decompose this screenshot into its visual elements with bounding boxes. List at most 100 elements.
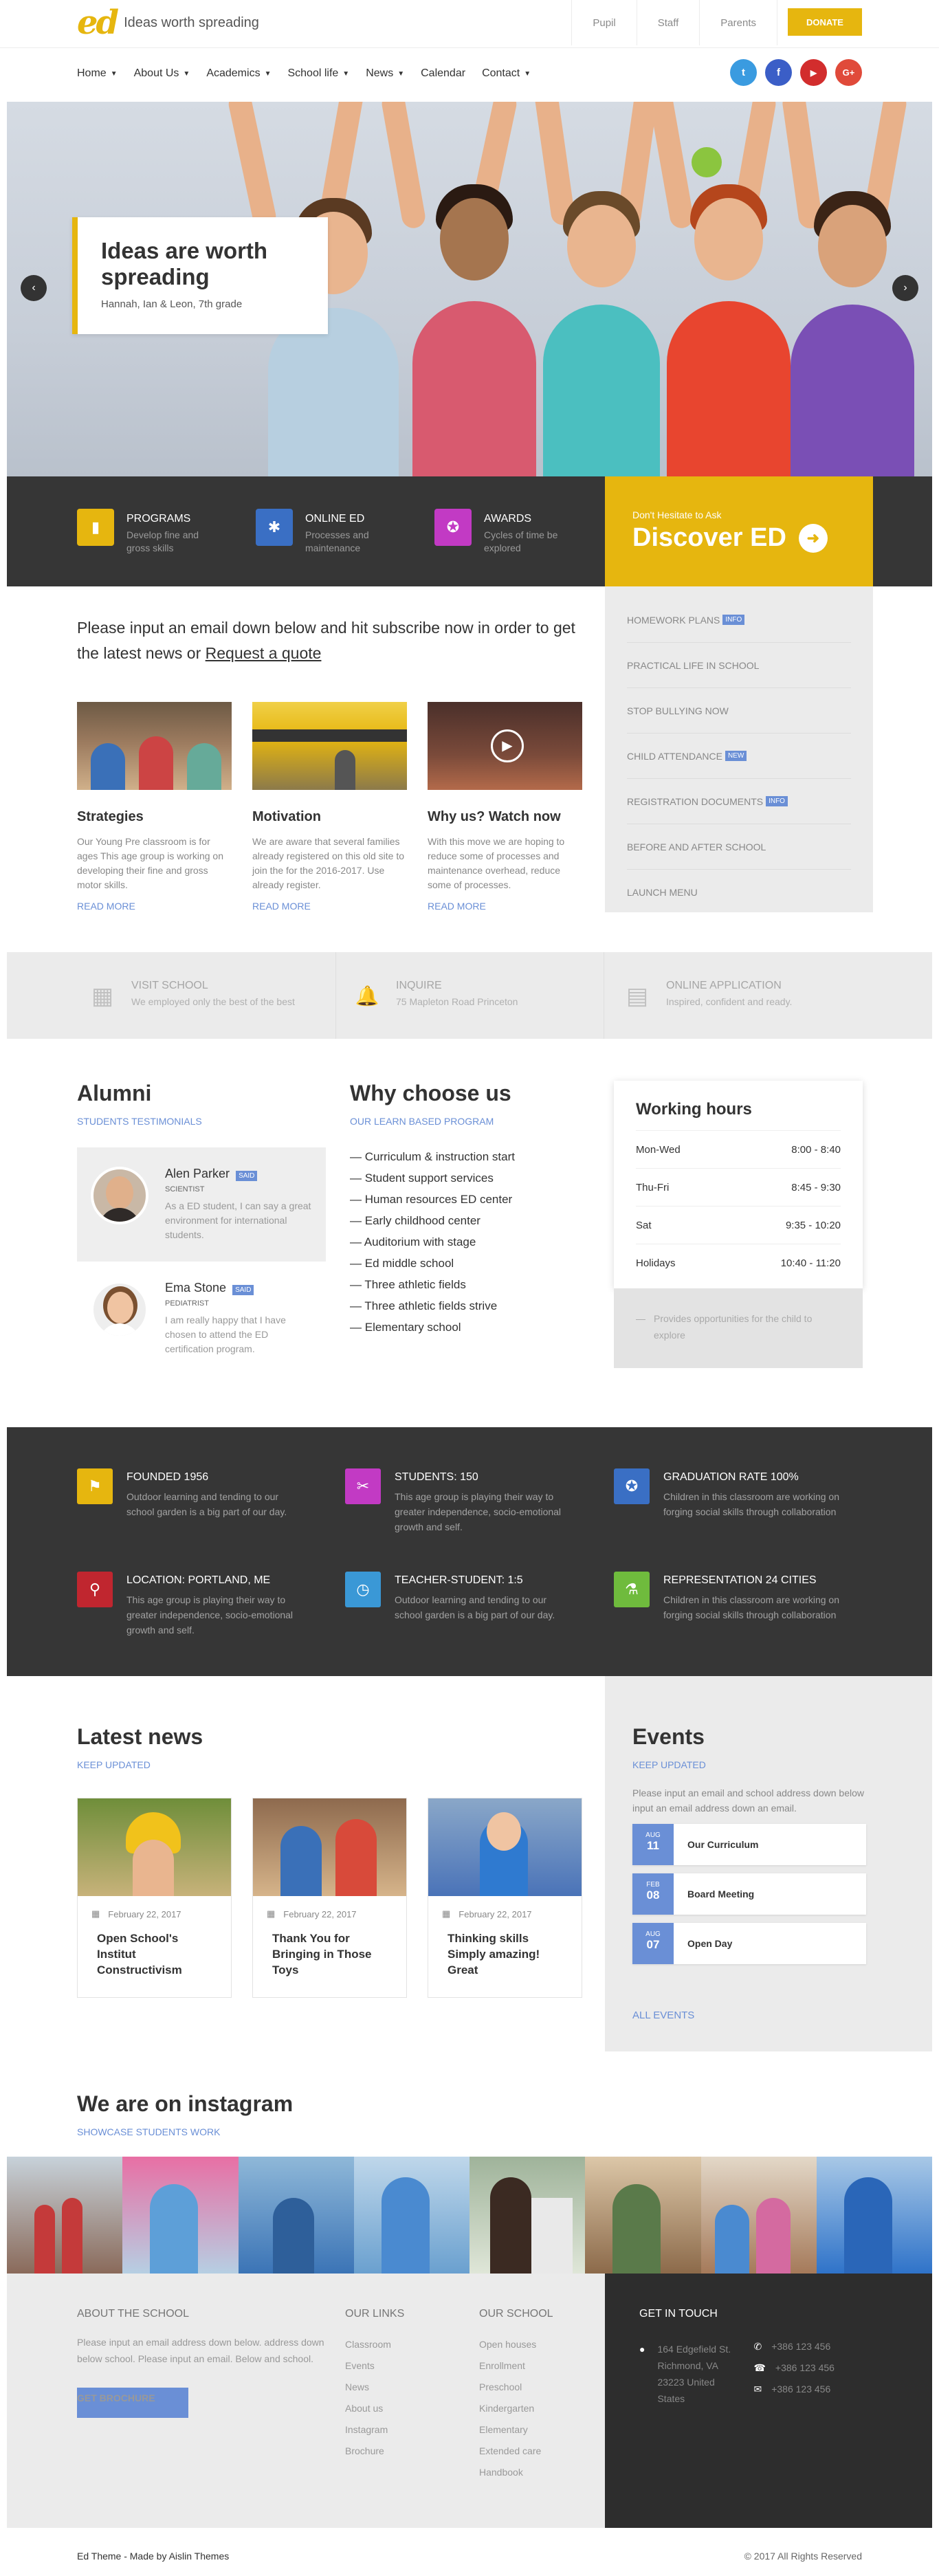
top-link-pupil[interactable]: Pupil <box>571 0 636 45</box>
nav-school-life[interactable]: School life ▼ <box>287 67 349 80</box>
footer-heading: OUR SCHOOL <box>479 2308 553 2320</box>
side-menu-child-attendance[interactable]: CHILD ATTENDANCE NEW <box>627 734 851 779</box>
play-icon[interactable]: ▶ <box>491 729 524 762</box>
news-card[interactable]: ▦ February 22, 2017 Thank You for Bringin… <box>252 1798 407 1998</box>
news-card[interactable]: ▦ February 22, 2017 Thinking skills Simpl… <box>428 1798 582 1998</box>
facebook-icon[interactable]: f <box>765 59 792 86</box>
instagram-photo[interactable] <box>353 2157 470 2274</box>
discover-ed-cta[interactable]: Don't Hesitate to Ask Discover ED ➜ <box>605 476 873 586</box>
phone-number[interactable]: +386 123 456 <box>771 2384 830 2405</box>
read-more-link[interactable]: READ MORE <box>77 901 232 912</box>
visit-school[interactable]: ▦ VISIT SCHOOL We employed only the best … <box>86 980 295 1013</box>
instagram-photo[interactable] <box>122 2157 239 2274</box>
hours-time: 8:00 - 8:40 <box>791 1143 841 1156</box>
phone-number[interactable]: +386 123 456 <box>771 2341 830 2362</box>
side-menu-registration[interactable]: REGISTRATION DOCUMENTS INFO <box>627 779 851 824</box>
card-image[interactable] <box>77 702 232 790</box>
slider-next-button[interactable]: › <box>892 275 918 301</box>
instagram-photo[interactable] <box>700 2157 817 2274</box>
request-quote-link[interactable]: Request a quote <box>206 644 322 662</box>
footer-link[interactable]: Elementary <box>479 2419 553 2441</box>
get-in-touch: GET IN TOUCH ● 164 Edgefield St. Richmond… <box>605 2274 932 2528</box>
footer-link[interactable]: Brochure <box>345 2441 404 2462</box>
top-link-parents[interactable]: Parents <box>699 0 777 45</box>
nav-home[interactable]: Home ▼ <box>77 67 118 80</box>
footer-link[interactable]: Events <box>345 2355 404 2377</box>
twitter-icon[interactable]: t <box>730 59 757 86</box>
footer-link[interactable]: About us <box>345 2398 404 2419</box>
feature-online-ed[interactable]: ✱ ONLINE ED Processes and maintenance <box>256 509 401 555</box>
footer-link[interactable]: Extended care <box>479 2441 553 2462</box>
instagram-photo[interactable] <box>238 2157 354 2274</box>
card-image[interactable]: ▶ <box>428 702 582 790</box>
news-title: Open School's Institut Constructivism <box>97 1932 182 1977</box>
stat-title: GRADUATION RATE 100% <box>663 1471 799 1483</box>
event-item[interactable]: FEB 08 Board Meeting <box>632 1873 866 1915</box>
info-badge: INFO <box>722 615 745 625</box>
strip-text: 75 Mapleton Road Princeton <box>396 996 518 1007</box>
side-menu-before-after[interactable]: BEFORE AND AFTER SCHOOL <box>627 824 851 870</box>
inquire[interactable]: 🔔 INQUIRE 75 Mapleton Road Princeton <box>351 980 518 1013</box>
read-more-link[interactable]: READ MORE <box>252 901 407 912</box>
slider-prev-button[interactable]: ‹ <box>21 275 47 301</box>
side-menu-stop-bullying[interactable]: STOP BULLYING NOW <box>627 688 851 734</box>
hours-time: 9:35 - 10:20 <box>785 1219 841 1231</box>
footer-link[interactable]: Handbook <box>479 2462 553 2483</box>
get-brochure-button[interactable]: GET BROCHURE <box>77 2388 188 2418</box>
list-item: Human resources ED center <box>350 1189 584 1210</box>
nav-about-us[interactable]: About Us ▼ <box>134 67 190 80</box>
made-by[interactable]: Ed Theme - Made by Aislin Themes <box>77 2551 229 2562</box>
nav-news[interactable]: News ▼ <box>366 67 404 80</box>
nav-contact[interactable]: Contact ▼ <box>482 67 531 80</box>
news-card[interactable]: ▦ February 22, 2017 Open School's Institu… <box>77 1798 232 1998</box>
info-strip: ▦ VISIT SCHOOL We employed only the best … <box>7 952 932 1039</box>
side-menu-practical-life[interactable]: PRACTICAL LIFE IN SCHOOL <box>627 643 851 688</box>
instagram-photo[interactable] <box>7 2157 123 2274</box>
footer-link[interactable]: Kindergarten <box>479 2398 553 2419</box>
youtube-icon[interactable]: ▶ <box>800 59 827 86</box>
side-menu-label: CHILD ATTENDANCE <box>627 750 722 762</box>
logo[interactable]: ed Ideas worth spreading <box>77 3 259 42</box>
feature-text: Processes and maintenance <box>305 529 369 553</box>
phone-number[interactable]: +386 123 456 <box>775 2362 835 2384</box>
map-pin-icon: ● <box>639 2344 645 2355</box>
card-image[interactable] <box>252 702 407 790</box>
logo-mark: ed <box>77 3 119 42</box>
all-events-link[interactable]: ALL EVENTS <box>632 2010 932 2021</box>
instagram-gallery <box>7 2157 932 2274</box>
donate-button[interactable]: DONATE <box>788 8 862 36</box>
footer-link[interactable]: Enrollment <box>479 2355 553 2377</box>
strip-text: We employed only the best of the best <box>131 996 295 1007</box>
top-link-staff[interactable]: Staff <box>636 0 700 45</box>
latest-news: Latest news KEEP UPDATED ▦ February 22, 2… <box>77 1724 586 1998</box>
stat-text: Outdoor learning and tending to our scho… <box>126 1491 287 1517</box>
testimonial-text: As a ED student, I can say a great envir… <box>165 1200 311 1240</box>
calendar-icon: ▦ <box>442 1908 451 1919</box>
card-title: Motivation <box>252 809 321 824</box>
footer-link[interactable]: Preschool <box>479 2377 553 2398</box>
nav-academics[interactable]: Academics ▼ <box>206 67 271 80</box>
section-title: Why choose us <box>350 1081 511 1105</box>
event-day: 07 <box>646 1938 660 1951</box>
event-date: FEB 08 <box>632 1873 674 1915</box>
footer: ABOUT THE SCHOOL Please input an email a… <box>7 2274 932 2528</box>
instagram-photo[interactable] <box>470 2157 586 2274</box>
nav-calendar[interactable]: Calendar <box>421 67 465 80</box>
feature-title: ONLINE ED <box>305 513 365 525</box>
footer-link[interactable]: Classroom <box>345 2334 404 2355</box>
footer-link[interactable]: Open houses <box>479 2334 553 2355</box>
feature-awards[interactable]: ✪ AWARDS Cycles of time be explored <box>434 509 580 555</box>
read-more-link[interactable]: READ MORE <box>428 901 582 912</box>
online-application[interactable]: ▤ ONLINE APPLICATION Inspired, confident … <box>621 980 792 1013</box>
side-menu-launch-menu[interactable]: LAUNCH MENU <box>627 870 851 915</box>
event-item[interactable]: AUG 07 Open Day <box>632 1923 866 1964</box>
footer-link[interactable]: News <box>345 2377 404 2398</box>
event-item[interactable]: AUG 11 Our Curriculum <box>632 1824 866 1865</box>
bottom-bar: Ed Theme - Made by Aislin Themes © 2017 … <box>0 2528 939 2576</box>
instagram-photo[interactable] <box>585 2157 701 2274</box>
feature-programs[interactable]: ▮ PROGRAMS Develop fine and gross skills <box>77 509 223 555</box>
google-plus-icon[interactable]: G+ <box>835 59 862 86</box>
instagram-photo[interactable] <box>816 2157 932 2274</box>
side-menu-homework-plans[interactable]: HOMEWORK PLANS INFO <box>627 597 851 643</box>
footer-link[interactable]: Instagram <box>345 2419 404 2441</box>
